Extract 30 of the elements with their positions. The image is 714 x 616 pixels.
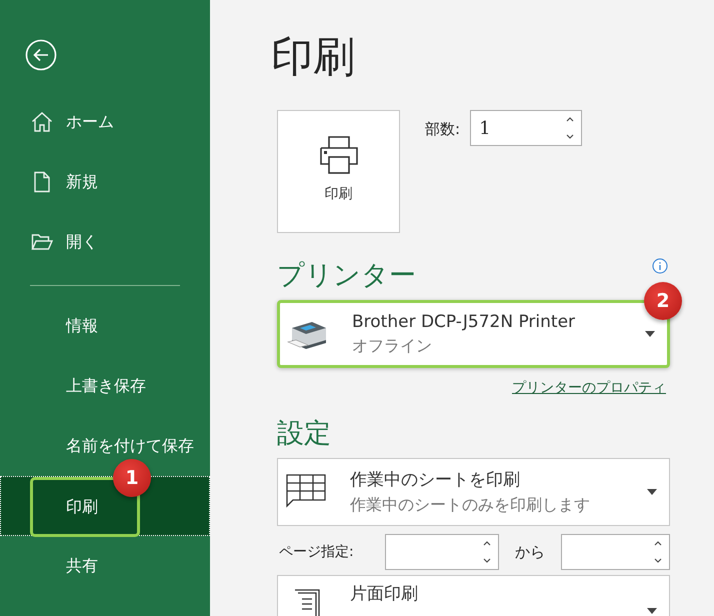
page-title: 印刷: [271, 31, 356, 83]
menu-item[interactable]: 共有: [30, 536, 210, 596]
section-heading: プリンター: [277, 259, 416, 293]
section-heading: 設定: [277, 417, 332, 451]
spinner-arrows-icon: [653, 539, 663, 565]
callout-badge: 1: [113, 459, 151, 497]
caret-icon: [647, 608, 657, 614]
menu-item[interactable]: 開く: [30, 212, 210, 272]
page-range-label: ページ指定:: [279, 543, 355, 561]
menu-item[interactable]: ホーム: [30, 92, 210, 152]
menu-item[interactable]: 情報: [30, 296, 210, 356]
home-icon: [30, 110, 54, 134]
callout-badge: 2: [644, 282, 682, 320]
copies-spinner[interactable]: 1: [470, 110, 582, 146]
page-range-separator: から: [515, 542, 545, 562]
print-scope-dropdown[interactable]: 作業中のシートを印刷 作業中のシートのみを印刷します: [277, 458, 670, 526]
menu-item[interactable]: 新規: [30, 152, 210, 212]
printer-properties-link[interactable]: プリンターのプロパティ: [512, 376, 666, 400]
copies-label: 部数:: [425, 120, 460, 139]
back-button[interactable]: [25, 39, 57, 71]
spinner-arrows-icon: [565, 115, 576, 141]
menu-item[interactable]: 上書き保存: [30, 356, 210, 416]
caret-icon: [645, 331, 655, 337]
caret-icon: [647, 489, 657, 495]
print-button[interactable]: 印刷: [277, 110, 400, 233]
spinner-arrows-icon: [482, 539, 492, 565]
page-to-spinner[interactable]: [561, 534, 670, 570]
sides-dropdown[interactable]: 片面印刷: [277, 575, 670, 616]
info-icon[interactable]: [652, 258, 668, 274]
page-from-spinner[interactable]: [385, 534, 499, 570]
